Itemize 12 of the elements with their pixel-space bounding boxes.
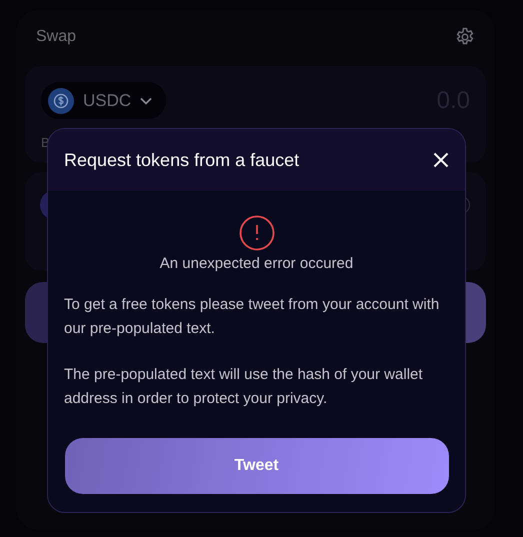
button-edge[interactable] [465,282,486,343]
close-icon[interactable] [433,152,449,168]
dialog-title: Request tokens from a faucet [64,150,300,170]
body-text: To get a free tokens please tweet from your account with our pre-populated text. [64,295,440,339]
body-text: The pre-populated text will use the hash of your wallet address in order to protect your privacy. [64,365,424,409]
token-symbol: USDC [83,90,132,110]
chevron-icon [140,96,152,104]
coin-icon [48,88,74,114]
card-title: Swap [36,28,76,46]
status-message: An unexpected error occured [160,255,354,272]
tweet-button[interactable]: Tweet [64,438,448,494]
token-selector[interactable]: USDC [41,82,166,119]
